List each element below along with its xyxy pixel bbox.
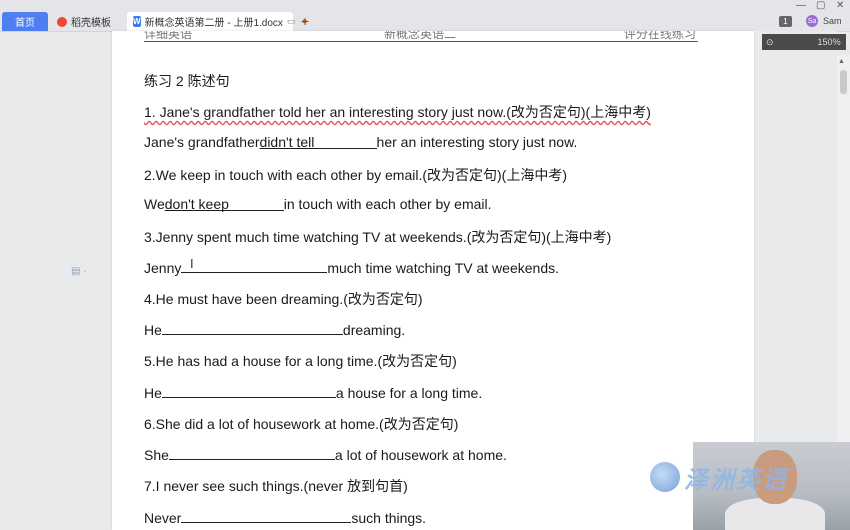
answer-7[interactable]: Never such things. — [144, 508, 426, 526]
answer-1[interactable]: Jane's grandfather didn't tell her an int… — [144, 134, 577, 150]
tab-home-label: 首页 — [15, 18, 35, 29]
question-1-text: 1. Jane's grandfather told her an intere… — [144, 104, 651, 120]
text-cursor-icon: I — [190, 256, 194, 271]
answer-2-prefix: We — [144, 196, 165, 212]
answer-4-suffix: dreaming. — [342, 322, 406, 338]
header-middle: 新概念英语二 — [384, 31, 457, 41]
answer-5-blank[interactable] — [161, 383, 336, 398]
answer-3-blank[interactable] — [181, 258, 328, 273]
answer-6-suffix: a lot of housework at home. — [334, 447, 507, 463]
header-left: 详细英语 — [144, 31, 193, 41]
answer-6-blank[interactable] — [168, 445, 335, 460]
minimize-icon[interactable]: — — [796, 0, 806, 11]
answer-3-prefix: Jenny — [144, 260, 182, 276]
answer-1-blank[interactable]: didn't tell — [259, 134, 377, 150]
brand-logo-icon — [650, 462, 680, 492]
answer-5-suffix: a house for a long time. — [335, 385, 483, 401]
zoom-control[interactable]: ⊙ 150% — [762, 34, 846, 50]
close-icon[interactable]: ✕ — [836, 0, 844, 11]
scroll-up-icon[interactable]: ▲ — [838, 58, 845, 65]
answer-4-blank[interactable] — [161, 320, 343, 335]
answer-4[interactable]: He dreaming. — [144, 320, 405, 338]
restore-icon[interactable]: ▢ — [816, 0, 825, 11]
answer-5[interactable]: He a house for a long time. — [144, 383, 482, 401]
notification-badge[interactable]: 1 — [779, 16, 792, 27]
zoom-value: 150% — [817, 37, 841, 47]
tab-templates[interactable]: 稻壳模板 — [51, 12, 123, 31]
paragraph-marker-icon[interactable]: ▤ · — [71, 266, 87, 277]
tab-home[interactable]: 首页 — [2, 12, 48, 31]
answer-2-suffix: in touch with each other by email. — [283, 196, 492, 212]
zoom-icon: ⊙ — [766, 36, 774, 47]
avatar[interactable]: Sa — [806, 15, 818, 27]
docer-logo-icon — [57, 16, 67, 27]
answer-7-blank[interactable] — [181, 508, 352, 523]
answer-3[interactable]: Jenny much time watching TV at weekends. — [144, 258, 559, 276]
question-4: 4.He must have been dreaming.(改为否定句) — [144, 291, 423, 307]
answer-4-prefix: He — [144, 322, 162, 338]
answer-1-suffix: her an interesting story just now. — [376, 134, 578, 150]
word-doc-icon: W — [133, 16, 141, 27]
answer-1-prefix: Jane's grandfather — [144, 134, 260, 150]
question-7: 7.I never see such things.(never 放到句首) — [144, 478, 408, 494]
answer-3-suffix: much time watching TV at weekends. — [327, 260, 559, 276]
answer-5-prefix: He — [144, 385, 162, 401]
question-2: 2.We keep in touch with each other by em… — [144, 167, 567, 183]
answer-7-prefix: Never — [144, 510, 182, 526]
answer-7-suffix: such things. — [351, 510, 427, 526]
scroll-thumb[interactable] — [840, 70, 847, 94]
tab-templates-label: 稻壳模板 — [71, 18, 111, 29]
answer-6[interactable]: She a lot of housework at home. — [144, 445, 507, 463]
new-tab-button[interactable]: + — [301, 12, 309, 31]
page-header: 详细英语 新概念英语二 评分在线练习 — [144, 31, 698, 42]
question-5: 5.He has had a house for a long time.(改为… — [144, 353, 457, 369]
question-1: 1. Jane's grandfather told her an intere… — [144, 102, 651, 122]
answer-6-prefix: She — [144, 447, 169, 463]
brand-watermark: 泽洲英语 — [684, 467, 788, 494]
monitor-icon[interactable]: ▭ — [287, 16, 296, 27]
tab-document-label: 新概念英语第二册 - 上册1.docx — [144, 18, 283, 29]
tab-document[interactable]: W 新概念英语第二册 - 上册1.docx ▭ ● — [127, 12, 307, 31]
question-6: 6.She did a lot of housework at home.(改为… — [144, 416, 459, 432]
question-3: 3.Jenny spent much time watching TV at w… — [144, 229, 612, 245]
exercise-title: 练习 2 陈述句 — [144, 73, 230, 89]
answer-2-blank[interactable]: don't keep — [164, 196, 284, 212]
answer-2[interactable]: We don't keep in touch with each other by… — [144, 196, 492, 212]
header-right: 评分在线练习 — [624, 31, 697, 41]
user-name[interactable]: Sam — [823, 16, 842, 26]
